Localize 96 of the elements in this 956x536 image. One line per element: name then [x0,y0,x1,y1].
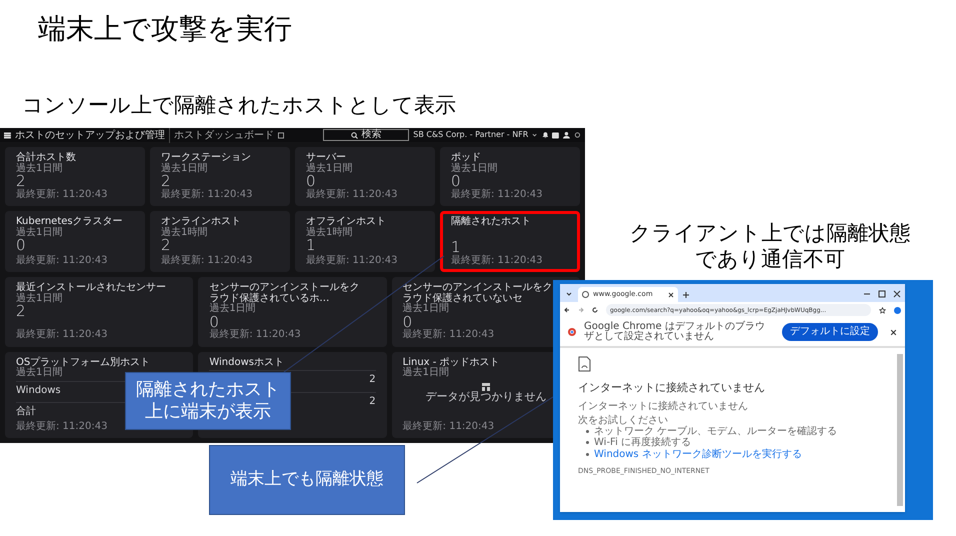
callout-box: 端末上でも隔離状態 [209,445,405,515]
card-updated: 最終更新: 11:20:43 [16,330,108,341]
card-value: 1 [306,238,316,254]
card-value: 0 [306,174,316,190]
card-title: センサーのアンインストールをクラウド保護されていないセ [402,283,553,304]
globe-icon [582,291,589,298]
search-field[interactable]: 検索 [322,129,410,141]
card-title: 隔離されたホスト [451,217,532,228]
card-period: 過去1日間 [16,164,62,174]
new-tab-icon[interactable] [682,291,690,299]
card-title: OSプラットフォーム別ホスト [16,358,152,368]
callout-box: 隔離されたホスト 上に端末が表示 [125,372,291,430]
card-updated: 最終更新: 11:20:43 [306,256,398,266]
card-title: Windowsホスト [209,358,285,368]
slide-title: 端末上で攻撃を実行 [38,12,292,45]
card-title: ポッド [451,153,482,163]
card-value: 2 [161,238,171,254]
card-value: 2 [16,304,26,320]
try-label: 次をお試しください [578,416,668,426]
card-updated: 最終更新: 11:20:43 [402,330,494,341]
card-period: 過去1日間 [402,304,450,314]
card-period: 過去1日間 [16,368,62,379]
bullet-icon [586,430,589,433]
scrollbar[interactable] [897,354,903,506]
sad-document-icon [578,356,591,372]
card-title: オンラインホスト [161,217,242,228]
search-icon [350,132,358,138]
card-icon[interactable] [552,132,560,138]
card-updated: 最終更新: 11:20:43 [402,422,494,432]
set-default-button[interactable]: デフォルトに設定 [782,323,878,341]
platform-label: Windows [16,386,61,396]
page-title: ホストダッシュボード [168,128,274,142]
card-period: 過去1時間 [161,228,208,238]
card-period: 過去1日間 [161,164,208,174]
card-period: 過去1日間 [402,368,450,379]
card-title: Linux - ポッドホスト [402,358,501,368]
card-title: オフラインホスト [306,217,387,228]
card-period: 過去1時間 [306,228,352,238]
host-count: 2 [369,375,376,386]
menu-icon[interactable] [4,132,11,138]
close-icon[interactable] [890,328,897,336]
card-value: 0 [209,314,219,330]
card-updated: 最終更新: 11:20:43 [306,190,398,200]
card-title: 合計ホスト数 [16,153,77,163]
star-icon[interactable] [879,306,886,314]
card-updated: 最終更新: 11:20:43 [451,190,542,200]
bullet-icon [586,452,589,456]
card-period: 過去1日間 [16,228,62,238]
chrome-logo-icon [568,328,576,336]
card-period: 過去1日間 [16,294,62,304]
card-title: センサーのアンインストールをクラウド保護されているホ… [209,283,360,304]
card-title: ワークステーション [161,153,252,163]
card-value: 0 [451,174,461,190]
card-period: 過去1日間 [451,164,498,174]
suggestion-item: ネットワーク ケーブル、モデム、ルーターを確認する [594,426,838,436]
error-heading: インターネットに接続されていません [578,380,765,396]
card-value: 2 [161,174,171,190]
card-value: 2 [16,174,26,190]
card-title: 最近インストールされたセンサー [16,283,166,293]
card-value: 0 [16,238,26,254]
account-name[interactable]: SB C&S Corp. - Partner - NFR [413,129,528,141]
card-period: 過去1日間 [209,304,256,314]
bullet-icon [586,441,589,444]
card-updated: 最終更新: 11:20:43 [16,190,108,200]
card-updated: 最終更新: 11:20:43 [209,330,301,341]
card-title: サーバー [306,153,347,163]
card-period: 過去1日間 [306,164,352,174]
slide-subtitle: コンソール上で隔離されたホストとして表示 [22,93,456,117]
card-updated: 最終更新: 11:20:43 [161,256,252,266]
default-browser-message: Google Chrome はデフォルトのブラウザとして設定されていません [584,322,766,342]
client-note: クライアント上では隔離状態 [630,220,910,246]
empty-data-icon [482,382,490,391]
card-updated: 最終更新: 11:20:43 [16,422,108,432]
host-count: 2 [369,396,376,408]
card-updated: 最終更新: 11:20:43 [16,256,108,266]
window-controls-icon[interactable] [863,290,901,298]
user-icon[interactable] [563,131,570,139]
diagnostics-link[interactable]: Windows ネットワーク診断ツールを実行する [594,448,802,460]
card-updated: 最終更新: 11:20:43 [161,190,252,200]
no-data-message: データが見つかりません [425,390,546,402]
menu-title[interactable]: ホストのセットアップおよび管理 [14,128,165,142]
bell-icon[interactable] [542,131,548,139]
card-value: 0 [402,314,412,330]
chevron-down-icon[interactable] [532,132,538,138]
reload-icon[interactable] [592,307,598,313]
bookmark-icon[interactable] [278,132,284,138]
card-title: Kubernetesクラスター [16,217,124,228]
card-updated: 最終更新: 11:20:43 [451,256,542,266]
profile-icon[interactable] [894,306,901,314]
error-detail: インターネットに接続されていません [578,402,748,412]
client-note: であり通信不可 [695,246,845,272]
platform-label: 合計 [16,407,36,418]
close-icon[interactable] [668,292,674,298]
card-value: 1 [451,240,461,256]
suggestion-item: Wi-Fi に再度接続する [594,437,692,448]
back-icon[interactable] [564,307,570,313]
